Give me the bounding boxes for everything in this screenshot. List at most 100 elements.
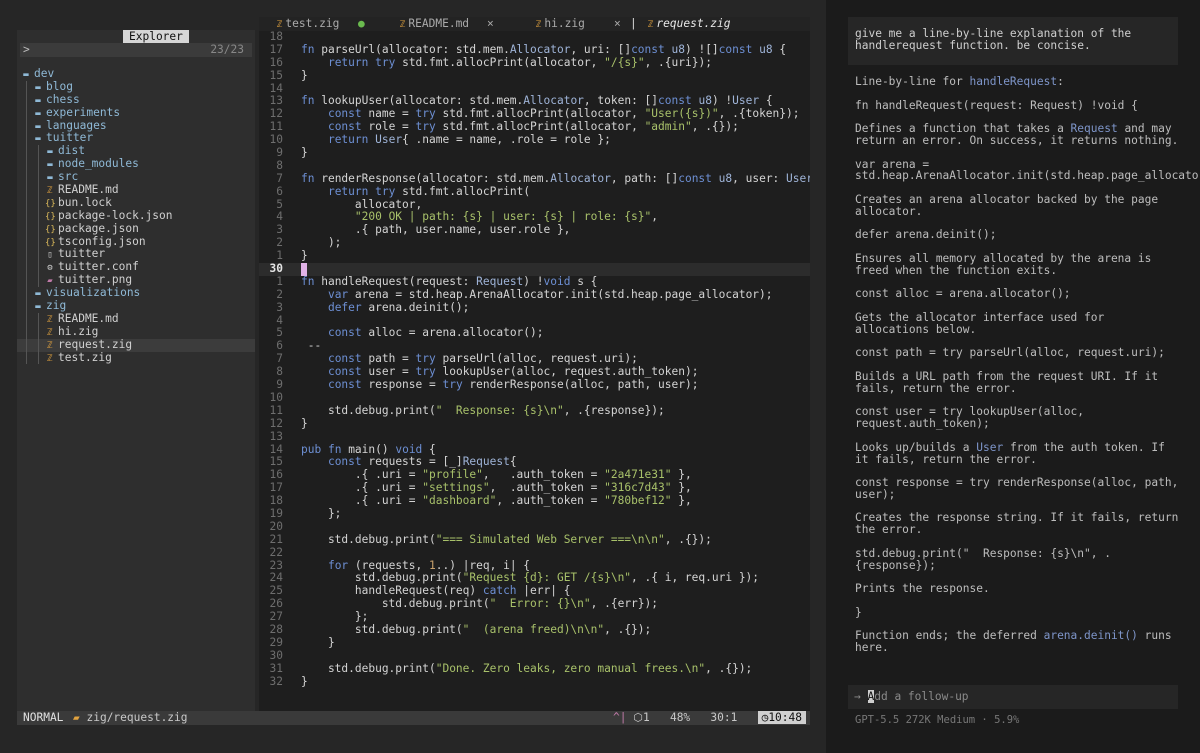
- indent-guide: [38, 196, 39, 210]
- tree-file[interactable]: {} tsconfig.json: [17, 235, 255, 249]
- code-line[interactable]: 2 );: [259, 236, 810, 250]
- line-number: 3: [276, 300, 283, 314]
- code-text: return try std.fmt.allocPrint(: [327, 184, 531, 198]
- status-file-path: ▰ zig/request.zig: [73, 711, 188, 724]
- code-line[interactable]: 1}: [259, 249, 810, 263]
- file-count: 23/23: [210, 43, 244, 56]
- code-text: return User{ .name = name, .role = role …: [327, 133, 611, 147]
- tree-folder[interactable]: ▬ zig: [17, 299, 255, 313]
- user-message: give me a line-by-line explanation of th…: [855, 27, 1138, 53]
- diagnostics-icon: ⬡: [633, 711, 643, 724]
- line-number: 22: [269, 545, 283, 559]
- indent-guide: [38, 312, 39, 326]
- zig-file-icon: ℤ: [47, 353, 53, 364]
- line-number: 29: [269, 635, 283, 649]
- line-number: 11: [269, 403, 283, 417]
- line-number: 9: [276, 146, 283, 160]
- tree-item-label: languages: [46, 118, 107, 132]
- code-text: std.debug.print("=== Simulated Web Serve…: [301, 532, 712, 546]
- code-line[interactable]: 9}: [259, 146, 810, 160]
- code-line[interactable]: 10 return User{ .name = name, .role = ro…: [259, 133, 810, 147]
- tab-test-zig[interactable]: ℤtest.zig: [277, 17, 339, 31]
- code-line[interactable]: 28 std.debug.print(" (arena freed)\n\n",…: [259, 622, 810, 637]
- code-text: const response = try renderResponse(allo…: [327, 378, 699, 392]
- indent-guide: [26, 325, 27, 339]
- indent-guide: [38, 338, 39, 352]
- code-line[interactable]: 30: [259, 262, 810, 276]
- code-text: std.debug.print(" (arena freed)\n\n", .{…: [301, 622, 652, 636]
- code-line[interactable]: 13: [259, 430, 810, 444]
- code-text: defer arena.deinit();: [327, 300, 470, 314]
- follow-up-input[interactable]: → Add a follow-up: [848, 685, 1178, 709]
- line-number: 6: [276, 184, 283, 198]
- tree-folder[interactable]: ▬ node_modules: [17, 157, 255, 172]
- line-number: 20: [269, 519, 283, 533]
- markdown-file-icon: ℤ: [400, 20, 406, 30]
- indent-guide: [38, 158, 39, 172]
- line-number: 2: [276, 287, 283, 301]
- tree-file[interactable]: ℤ README.md: [17, 312, 255, 326]
- tab-close-icon[interactable]: ×: [614, 17, 621, 31]
- code-line[interactable]: 19 };: [259, 507, 810, 521]
- line-number: 12: [269, 416, 283, 430]
- response-paragraph: Looks up/builds a User from the auth tok…: [855, 440, 1172, 466]
- tab-hi-zig[interactable]: ℤhi.zig: [536, 17, 585, 31]
- response-paragraph: Gets the allocator interface used for al…: [855, 310, 1111, 336]
- line-number: 16: [269, 55, 283, 69]
- code-line[interactable]: 29 }: [259, 635, 810, 650]
- explorer-filter-input[interactable]: > 23/23: [20, 43, 252, 57]
- zig-file-icon: ℤ: [648, 20, 654, 30]
- status-right: ^| ⬡1 48% 30:1 ◷10:48: [613, 711, 806, 725]
- code-line[interactable]: 3 defer arena.deinit();: [259, 300, 810, 315]
- clock: ◷10:48: [757, 711, 806, 724]
- tab-readme-md[interactable]: ℤ README.md: [400, 17, 469, 31]
- tree-item-label: visualizations: [46, 286, 141, 300]
- tab-request-zig[interactable]: ℤrequest.zig: [648, 17, 731, 31]
- tree-file[interactable]: ℤtest.zig: [17, 350, 255, 365]
- tree-file[interactable]: ⚙ tuitter.conf: [17, 260, 255, 275]
- tab-close-icon[interactable]: ×: [487, 17, 494, 31]
- line-number: 32: [269, 674, 283, 688]
- code-line[interactable]: 21 std.debug.print("=== Simulated Web Se…: [259, 532, 810, 547]
- tree-item-label: package.json: [58, 221, 139, 235]
- tree-folder[interactable]: ▬ tuitter: [17, 132, 255, 146]
- tree-file[interactable]: ℤ README.md: [17, 183, 255, 197]
- indent-guide: [26, 93, 27, 107]
- vim-mode-indicator: NORMAL: [17, 711, 70, 725]
- tree-item-label: test.zig: [58, 350, 112, 364]
- code-line[interactable]: 6 return try std.fmt.allocPrint(: [259, 184, 810, 199]
- code-line[interactable]: 5 const alloc = arena.allocator();: [259, 327, 810, 340]
- code-line[interactable]: 9 const response = try renderResponse(al…: [259, 378, 810, 392]
- diagnostics-count: 1: [642, 711, 650, 724]
- tree-item-label: hi.zig: [58, 324, 99, 338]
- response-paragraph: const user = try lookupUser(alloc, reque…: [855, 405, 1091, 431]
- indent-guide: [38, 274, 39, 288]
- code-line[interactable]: 16 return try std.fmt.allocPrint(allocat…: [259, 55, 810, 70]
- response-paragraph: Ensures all memory allocated by the aren…: [855, 251, 1159, 277]
- folder-icon: ▰: [73, 711, 87, 724]
- tree-file[interactable]: ℤrequest.zig: [17, 338, 255, 352]
- code-editor[interactable]: ℤtest.zig ● ℤ README.md × ℤhi.zig × | ℤre…: [259, 17, 810, 711]
- tree-file[interactable]: ℤhi.zig: [17, 324, 255, 339]
- response-paragraph: Builds a URL path from the request URI. …: [855, 369, 1165, 395]
- git-branch-icon: ^|: [612, 711, 627, 724]
- indent-guide: [38, 325, 39, 339]
- code-line[interactable]: 11 std.debug.print(" Response: {s}\n", .…: [259, 403, 810, 418]
- line-number: 17: [269, 42, 283, 56]
- code-text: fn parseUrl(allocator: std.mem.Allocator…: [301, 42, 787, 56]
- code-text: var arena = std.heap.ArenaAllocator.init…: [327, 287, 773, 301]
- model-info: GPT-5.5 272K Medium · 5.9%: [855, 714, 1020, 726]
- tree-folder[interactable]: ▬ src: [17, 170, 255, 185]
- code-line[interactable]: 15}: [259, 69, 810, 83]
- code-line[interactable]: 32}: [259, 674, 810, 689]
- code-text: .{ path, user.name, user.role },: [301, 223, 571, 237]
- response-paragraph: Line-by-line for handleRequest:: [855, 75, 1064, 88]
- line-number: 18: [269, 30, 283, 43]
- code-line[interactable]: 12}: [259, 416, 810, 431]
- indent-guide: [26, 119, 27, 133]
- code-line[interactable]: 18 .{ .uri = "dashboard", .auth_token = …: [259, 494, 810, 508]
- code-line[interactable]: 3 .{ path, user.name, user.role },: [259, 223, 810, 237]
- code-line[interactable]: 31 std.debug.print("Done. Zero leaks, ze…: [259, 662, 810, 676]
- code-text: }: [301, 249, 308, 263]
- indent-guide: [38, 261, 39, 275]
